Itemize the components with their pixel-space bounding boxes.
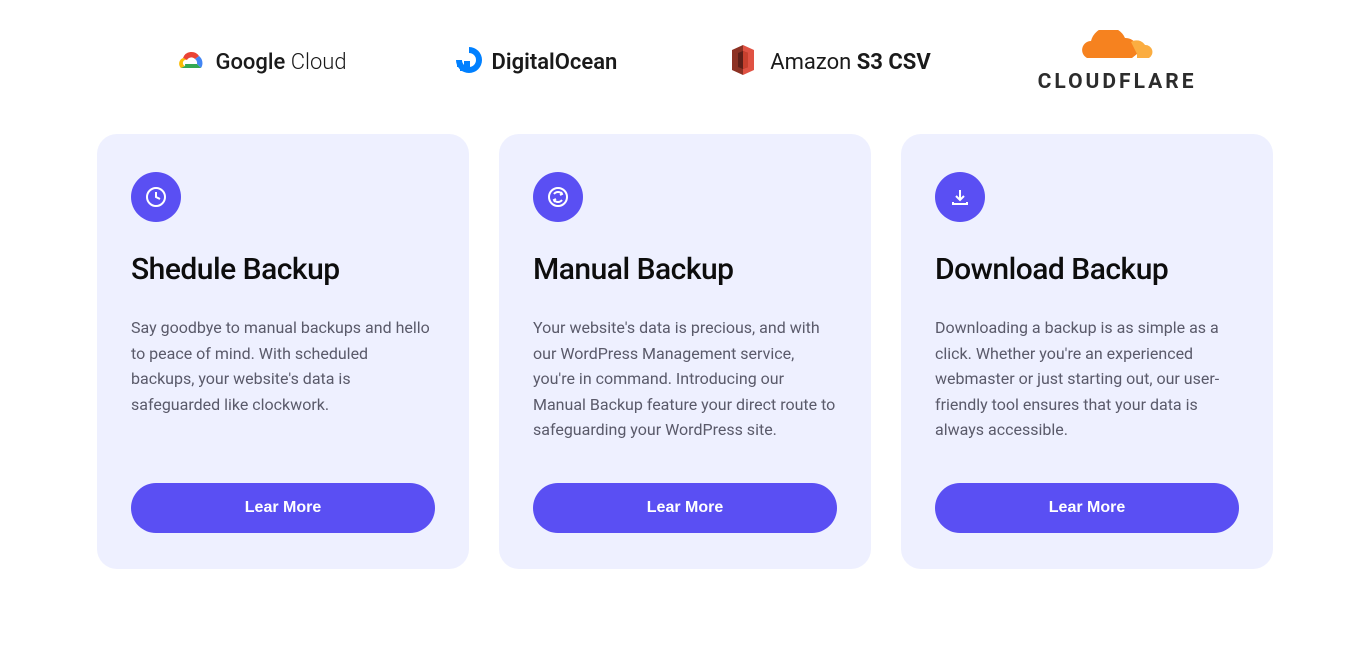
card-download-backup: Download Backup Downloading a backup is …	[901, 134, 1273, 569]
providers-logos: Google Cloud DigitalOcean Amazon S3 CSV	[0, 0, 1370, 134]
cloudflare-label: CLOUDFLARE	[1038, 70, 1197, 94]
card-schedule-backup: Shedule Backup Say goodbye to manual bac…	[97, 134, 469, 569]
refresh-icon	[533, 172, 583, 222]
digitalocean-logo: DigitalOcean	[454, 45, 618, 79]
clock-icon	[131, 172, 181, 222]
amazon-s3-logo: Amazon S3 CSV	[724, 41, 930, 83]
amazon-s3-icon	[724, 41, 762, 83]
google-cloud-icon	[173, 46, 207, 78]
card-description: Downloading a backup is as simple as a c…	[935, 315, 1239, 443]
feature-cards: Shedule Backup Say goodbye to manual bac…	[0, 134, 1370, 569]
cloudflare-logo: CLOUDFLARE	[1038, 30, 1197, 94]
amazon-s3-label: Amazon S3 CSV	[770, 50, 930, 75]
learn-more-button[interactable]: Lear More	[131, 483, 435, 533]
card-manual-backup: Manual Backup Your website's data is pre…	[499, 134, 871, 569]
cloudflare-icon	[1077, 30, 1157, 68]
digitalocean-icon	[454, 45, 484, 79]
google-cloud-logo: Google Cloud	[173, 46, 346, 78]
download-icon	[935, 172, 985, 222]
digitalocean-label: DigitalOcean	[492, 50, 618, 75]
card-title: Download Backup	[935, 252, 1239, 287]
learn-more-button[interactable]: Lear More	[533, 483, 837, 533]
card-title: Shedule Backup	[131, 252, 435, 287]
card-title: Manual Backup	[533, 252, 837, 287]
google-cloud-label: Google Cloud	[215, 50, 346, 75]
card-description: Your website's data is precious, and wit…	[533, 315, 837, 443]
card-description: Say goodbye to manual backups and hello …	[131, 315, 435, 443]
learn-more-button[interactable]: Lear More	[935, 483, 1239, 533]
